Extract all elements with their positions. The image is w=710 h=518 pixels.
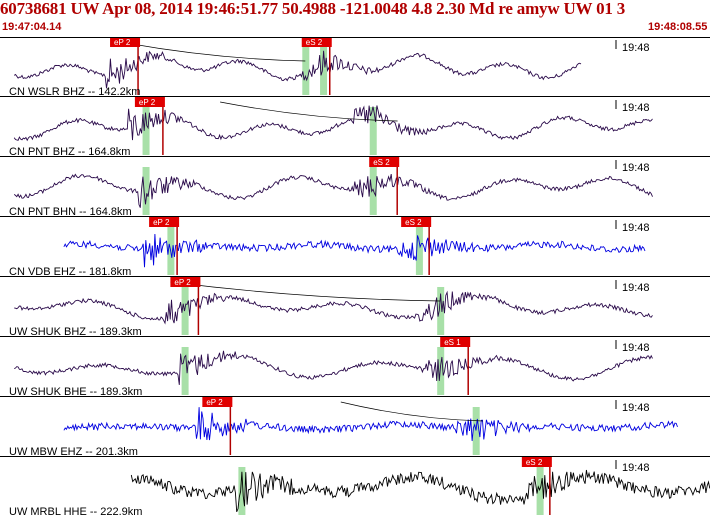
phase-pick-label: eP 2 bbox=[206, 398, 223, 407]
time-tick-label: 19:48 bbox=[622, 42, 650, 54]
waveform-trace bbox=[63, 233, 646, 268]
time-tick-label: 19:48 bbox=[622, 402, 650, 414]
pick-window-band bbox=[181, 287, 189, 335]
phase-pick-label: eS 2 bbox=[373, 158, 390, 167]
phase-pick-label: eP 2 bbox=[174, 278, 191, 287]
travel-time-curve bbox=[170, 281, 441, 302]
phase-pick-label: eS 2 bbox=[405, 218, 422, 227]
time-tick-label: 19:48 bbox=[622, 462, 650, 474]
waveform-trace bbox=[13, 173, 653, 208]
seismogram-panels[interactable]: eP 2 eS 2 19:48CN WSLR BHZ -- 142.2kmeP 21… bbox=[0, 37, 710, 518]
seismogram-panel[interactable]: eP 2 19:48UW SHUK BHZ -- 189.3km bbox=[0, 277, 710, 338]
time-tick-label: 19:48 bbox=[622, 282, 650, 294]
pick-window-band bbox=[302, 47, 310, 95]
phase-pick-label: eP 2 bbox=[153, 218, 170, 227]
channel-label: UW MRBL HHE -- 222.9km bbox=[9, 506, 142, 518]
seismogram-panel[interactable]: eS 1 19:48UW SHUK BHE -- 189.3km bbox=[0, 337, 710, 398]
seismogram-panel[interactable]: eP 2 19:48UW MBW EHZ -- 201.3km bbox=[0, 397, 710, 458]
window-start-time: 19:47:04.14 bbox=[2, 21, 62, 33]
phase-pick-label: eP 2 bbox=[139, 98, 156, 107]
phase-pick-label: eS 2 bbox=[306, 38, 323, 47]
seismogram-panel[interactable]: eP 2 eS 2 19:48CN VDB EHZ -- 181.8km bbox=[0, 217, 710, 278]
event-title: 60738681 UW Apr 08, 2014 19:46:51.77 50.… bbox=[0, 0, 626, 18]
waveform-trace bbox=[63, 407, 678, 441]
waveform-trace bbox=[13, 105, 653, 142]
phase-pick-label: eS 2 bbox=[526, 458, 543, 467]
window-end-time: 19:48:08.55 bbox=[648, 21, 708, 33]
waveform-trace bbox=[130, 469, 710, 512]
time-tick-label: 19:48 bbox=[622, 102, 650, 114]
seismogram-panel[interactable]: eP 2 eS 2 19:48CN WSLR BHZ -- 142.2km bbox=[0, 37, 710, 98]
travel-time-curve bbox=[340, 401, 483, 422]
seismogram-panel[interactable]: eS 2 19:48 UW MRBL HHE -- 222.9km bbox=[9, 457, 710, 518]
phase-pick-label: eS 1 bbox=[444, 338, 461, 347]
seismogram-panel[interactable]: eS 2 19:48CN PNT BHN -- 164.8km bbox=[0, 157, 710, 218]
time-tick-label: 19:48 bbox=[622, 162, 650, 174]
event-header: 60738681 UW Apr 08, 2014 19:46:51.77 50.… bbox=[0, 0, 710, 36]
waveform-trace bbox=[13, 50, 582, 89]
time-tick-label: 19:48 bbox=[622, 222, 650, 234]
waveform-trace bbox=[14, 290, 653, 325]
waveform-trace bbox=[14, 350, 653, 385]
phase-pick-label: eP 2 bbox=[114, 38, 131, 47]
seismogram-panel[interactable]: eP 2 19:48CN PNT BHZ -- 164.8km bbox=[0, 97, 710, 158]
time-tick-label: 19:48 bbox=[622, 342, 650, 354]
